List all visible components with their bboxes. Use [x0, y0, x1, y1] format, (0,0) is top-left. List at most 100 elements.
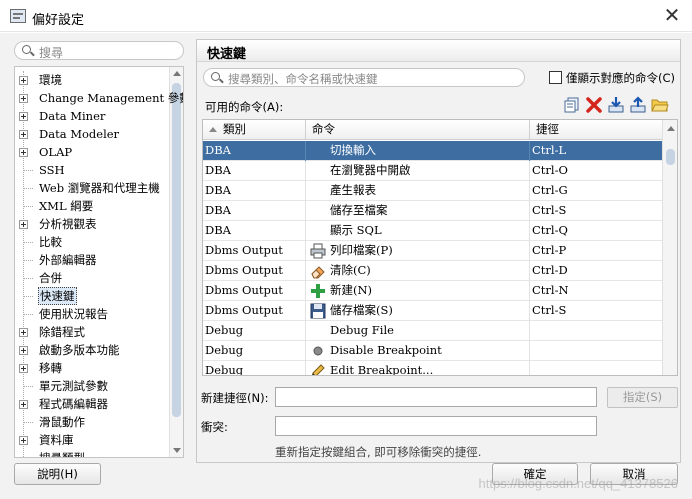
assign-button[interactable]: 指定(S)	[607, 387, 678, 408]
expand-plus-icon[interactable]	[19, 400, 28, 409]
cell-command: Debug File	[306, 321, 530, 341]
tree-connector	[23, 206, 33, 207]
tree-item[interactable]: 移轉	[15, 359, 170, 377]
table-row[interactable]: Debug Edit Breakpoint...	[203, 361, 663, 375]
tree-item[interactable]: Change Management 參數	[15, 89, 183, 107]
expand-plus-icon[interactable]	[19, 346, 28, 355]
tree-item-label: 搜尋類型	[39, 451, 85, 458]
table-row[interactable]: Dbms Output 新建(N) Ctrl-N	[203, 281, 663, 301]
tree-item[interactable]: SSH	[15, 161, 170, 179]
table-row[interactable]: DBA 產生報表 Ctrl-G	[203, 181, 663, 201]
table-row[interactable]: Dbms Output 儲存檔案(S) Ctrl-S	[203, 301, 663, 321]
table-row[interactable]: Dbms Output 清除(C) Ctrl-D	[203, 261, 663, 281]
table-row[interactable]: DBA 儲存至檔案 Ctrl-S	[203, 201, 663, 221]
export-icon[interactable]	[629, 96, 647, 114]
copy-icon[interactable]	[563, 96, 581, 114]
cell-shortcut: Ctrl-S	[530, 201, 663, 221]
command-name: Debug File	[330, 323, 394, 337]
table-row[interactable]: DBA 切換輸入 Ctrl-L	[203, 141, 663, 161]
tree-item[interactable]: 搜尋類型	[15, 449, 170, 458]
preferences-tree[interactable]: 環境 Change Management 參數 Data Miner Data Mod…	[14, 66, 184, 458]
expand-plus-icon[interactable]	[19, 130, 28, 139]
scroll-up-arrow-icon[interactable]	[173, 71, 181, 76]
table-row[interactable]: DBA 在瀏覽器中開啟 Ctrl-O	[203, 161, 663, 181]
tree-item[interactable]: OLAP	[15, 143, 170, 161]
tree-item[interactable]: 環境	[15, 71, 170, 89]
tree-item[interactable]: 除錯程式	[15, 323, 170, 341]
tree-item[interactable]: 單元測試參數	[15, 377, 170, 395]
table-scrollbar[interactable]	[662, 120, 677, 375]
expand-plus-icon[interactable]	[19, 94, 28, 103]
command-name: 清除(C)	[330, 263, 371, 277]
tree-item[interactable]: 分析視觀表	[15, 215, 170, 233]
tree-item[interactable]: Web 瀏覽器和代理主機	[15, 179, 170, 197]
column-header-shortcut[interactable]: 捷徑	[530, 120, 663, 140]
cell-shortcut	[530, 361, 663, 375]
preferences-app-icon	[10, 9, 26, 23]
tree-search-input[interactable]: 搜尋	[14, 41, 184, 60]
tree-item[interactable]: Data Miner	[15, 107, 170, 125]
help-button[interactable]: 說明(H)	[14, 463, 101, 485]
command-name: Disable Breakpoint	[330, 343, 442, 357]
tree-item-label: 使用狀況報告	[39, 307, 108, 321]
expand-plus-icon[interactable]	[19, 220, 28, 229]
new-shortcut-input[interactable]	[275, 387, 597, 407]
command-search-input[interactable]: 搜尋類別、命令名稱或快速鍵	[203, 68, 525, 87]
tree-item[interactable]: 快速鍵	[15, 287, 170, 305]
title-bar: 偏好設定 ✕	[0, 0, 692, 32]
tree-item-label: XML 綱要	[39, 199, 94, 213]
expand-plus-icon[interactable]	[19, 328, 28, 337]
tree-item[interactable]: XML 綱要	[15, 197, 170, 215]
tree-connector	[23, 260, 33, 261]
tree-scroll-thumb[interactable]	[172, 83, 181, 417]
pencil-icon	[311, 364, 325, 375]
tree-item[interactable]: 程式碼編輯器	[15, 395, 170, 413]
scroll-up-arrow-icon[interactable]	[667, 126, 675, 131]
cell-shortcut: Ctrl-L	[530, 141, 663, 161]
tree-item-label: 外部編輯器	[39, 253, 97, 267]
table-row[interactable]: Debug Debug File	[203, 321, 663, 341]
tree-item[interactable]: 比較	[15, 233, 170, 251]
tree-item[interactable]: 啟動多版本功能	[15, 341, 170, 359]
cell-category: Dbms Output	[203, 281, 306, 301]
table-row[interactable]: DBA 顯示 SQL Ctrl-Q	[203, 221, 663, 241]
tree-item[interactable]: 使用狀況報告	[15, 305, 170, 323]
open-folder-icon[interactable]	[651, 96, 669, 114]
cell-command: Disable Breakpoint	[306, 341, 530, 361]
expand-plus-icon[interactable]	[19, 436, 28, 445]
expand-plus-icon[interactable]	[19, 76, 28, 85]
table-row[interactable]: Debug Disable Breakpoint	[203, 341, 663, 361]
command-name: 在瀏覽器中開啟	[330, 163, 411, 177]
close-icon[interactable]: ✕	[660, 4, 684, 28]
section-title: 快速鍵	[207, 47, 247, 62]
expand-plus-icon[interactable]	[19, 364, 28, 373]
tree-item-label: 合併	[39, 271, 62, 285]
column-header-command[interactable]: 命令	[306, 120, 530, 140]
cell-category: Debug	[203, 321, 306, 341]
tree-item-label: 環境	[39, 73, 62, 87]
checkbox-box[interactable]	[549, 71, 562, 84]
cell-category: Dbms Output	[203, 261, 306, 281]
cell-category: Debug	[203, 341, 306, 361]
import-icon[interactable]	[607, 96, 625, 114]
tree-scrollbar[interactable]	[169, 67, 183, 457]
table-scroll-thumb[interactable]	[666, 149, 675, 165]
table-row[interactable]: Dbms Output 列印檔案(P) Ctrl-P	[203, 241, 663, 261]
tree-item[interactable]: 合併	[15, 269, 170, 287]
expand-plus-icon[interactable]	[19, 112, 28, 121]
available-commands-label: 可用的命令(A):	[205, 100, 284, 114]
commands-table[interactable]: 類別 命令 捷徑 DBA 切換輸入 Ctrl-L DBA 在瀏覽器中開啟 Ctrl-O DB…	[202, 119, 678, 376]
tree-item[interactable]: 滑鼠動作	[15, 413, 170, 431]
tree-item[interactable]: Data Modeler	[15, 125, 170, 143]
expand-plus-icon[interactable]	[19, 148, 28, 157]
cell-command: 新建(N)	[306, 281, 530, 301]
cell-category: DBA	[203, 161, 306, 181]
column-header-category[interactable]: 類別	[203, 120, 306, 140]
tree-item[interactable]: 外部編輯器	[15, 251, 170, 269]
delete-icon[interactable]	[585, 96, 603, 114]
scroll-down-arrow-icon[interactable]	[173, 448, 181, 453]
tree-item[interactable]: 資料庫	[15, 431, 170, 449]
cell-command: 儲存檔案(S)	[306, 301, 530, 321]
tree-search-placeholder: 搜尋	[39, 46, 64, 60]
command-name: 產生報表	[330, 183, 376, 197]
